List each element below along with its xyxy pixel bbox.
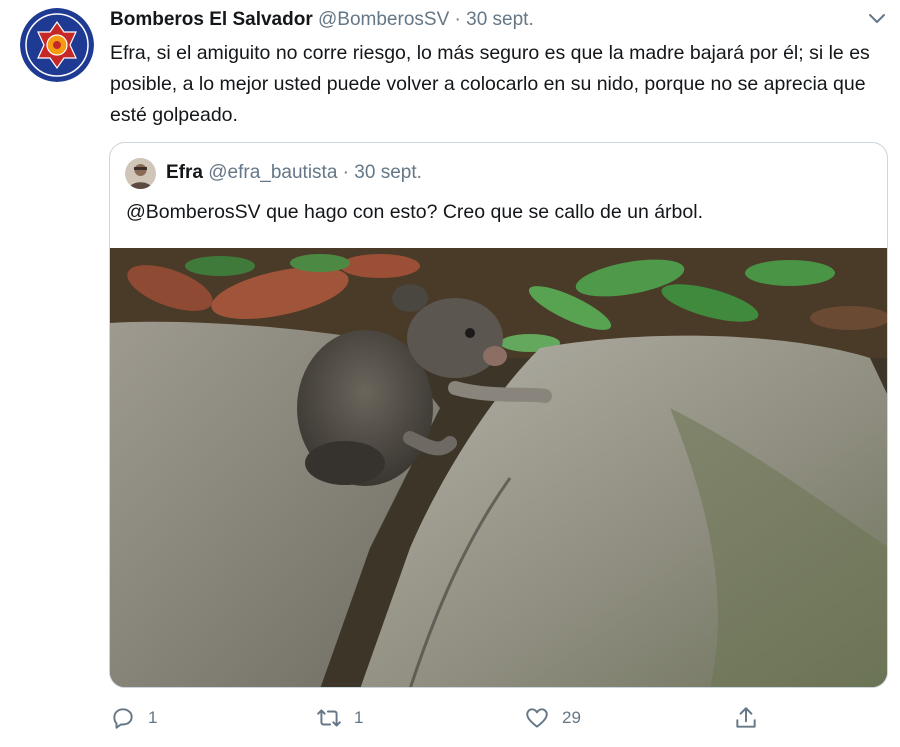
quoted-tweet-date[interactable]: 30 sept. bbox=[354, 162, 422, 183]
quoted-author-handle[interactable]: @efra_bautista bbox=[208, 162, 337, 183]
reply-button[interactable]: 1 bbox=[110, 700, 157, 736]
quoted-author-name[interactable]: Efra bbox=[166, 162, 203, 183]
avatar-photo bbox=[125, 158, 156, 189]
retweet-button[interactable]: 1 bbox=[316, 700, 363, 736]
quoted-author-avatar[interactable] bbox=[125, 158, 156, 189]
tweet-text: Efra, si el amiguito no corre riesgo, lo… bbox=[110, 42, 870, 126]
quoted-tweet-header: Efra @efra_bautista · 30 sept. bbox=[166, 162, 422, 184]
quoted-separator-dot: · bbox=[342, 162, 349, 183]
share-button[interactable] bbox=[733, 700, 759, 736]
quoted-tweet-text: @BomberosSV que hago con esto? Creo que … bbox=[126, 201, 703, 223]
retweet-icon bbox=[317, 709, 341, 727]
tweet-header: Bomberos El Salvador @BomberosSV · 30 se… bbox=[110, 9, 534, 31]
tweet-date[interactable]: 30 sept. bbox=[466, 9, 534, 30]
reply-count: 1 bbox=[148, 708, 158, 727]
like-button[interactable]: 29 bbox=[524, 700, 581, 736]
retweet-count: 1 bbox=[354, 708, 364, 727]
share-icon bbox=[736, 707, 756, 728]
heart-icon bbox=[526, 708, 548, 728]
author-name[interactable]: Bomberos El Salvador bbox=[110, 9, 313, 30]
separator-dot: · bbox=[454, 9, 461, 30]
like-count: 29 bbox=[562, 708, 581, 727]
chevron-down-icon[interactable] bbox=[866, 10, 888, 28]
author-avatar[interactable] bbox=[20, 8, 94, 82]
author-handle[interactable]: @BomberosSV bbox=[318, 9, 449, 30]
quoted-tweet-card[interactable]: Efra @efra_bautista · 30 sept. @Bomberos… bbox=[109, 142, 888, 688]
tweet-actions: 1 1 29 bbox=[0, 700, 900, 736]
bomberos-logo bbox=[20, 8, 94, 82]
quoted-tweet-photo[interactable] bbox=[110, 248, 888, 688]
reply-icon bbox=[113, 708, 133, 729]
